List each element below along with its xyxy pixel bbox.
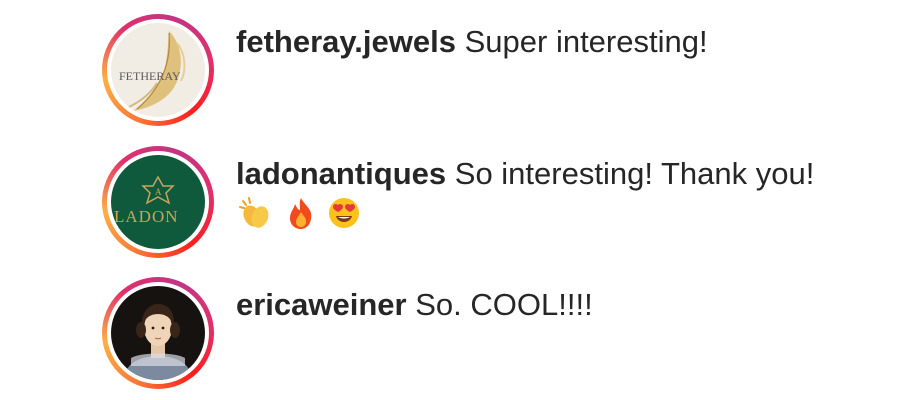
comment-body: Super interesting!: [464, 24, 708, 59]
portrait-avatar: [111, 286, 205, 380]
avatar[interactable]: FETHERAY: [102, 14, 214, 126]
comment-text: fetheray.jewels Super interesting!: [236, 22, 836, 62]
fetheray-logo-avatar: FETHERAY: [111, 23, 205, 117]
avatar[interactable]: A LADON: [102, 146, 214, 258]
svg-text:LADON: LADON: [114, 207, 179, 226]
svg-text:A: A: [155, 187, 162, 197]
comment-username[interactable]: fetheray.jewels: [236, 24, 456, 59]
avatar[interactable]: [102, 277, 214, 389]
comment-body: So. COOL!!!!: [415, 287, 593, 322]
comment-username[interactable]: ladonantiques: [236, 156, 446, 191]
clapping-hands-icon: [238, 196, 274, 230]
fire-icon: [285, 196, 317, 230]
svg-text:FETHERAY: FETHERAY: [119, 69, 181, 83]
ladon-logo-avatar: A LADON: [111, 155, 205, 249]
comment-text: ladonantiques So interesting! Thank you!: [236, 154, 836, 234]
comment-text: ericaweiner So. COOL!!!!: [236, 285, 836, 325]
comment-username[interactable]: ericaweiner: [236, 287, 407, 322]
heart-eyes-icon: [327, 196, 361, 230]
comment-body: So interesting! Thank you!: [454, 156, 815, 191]
